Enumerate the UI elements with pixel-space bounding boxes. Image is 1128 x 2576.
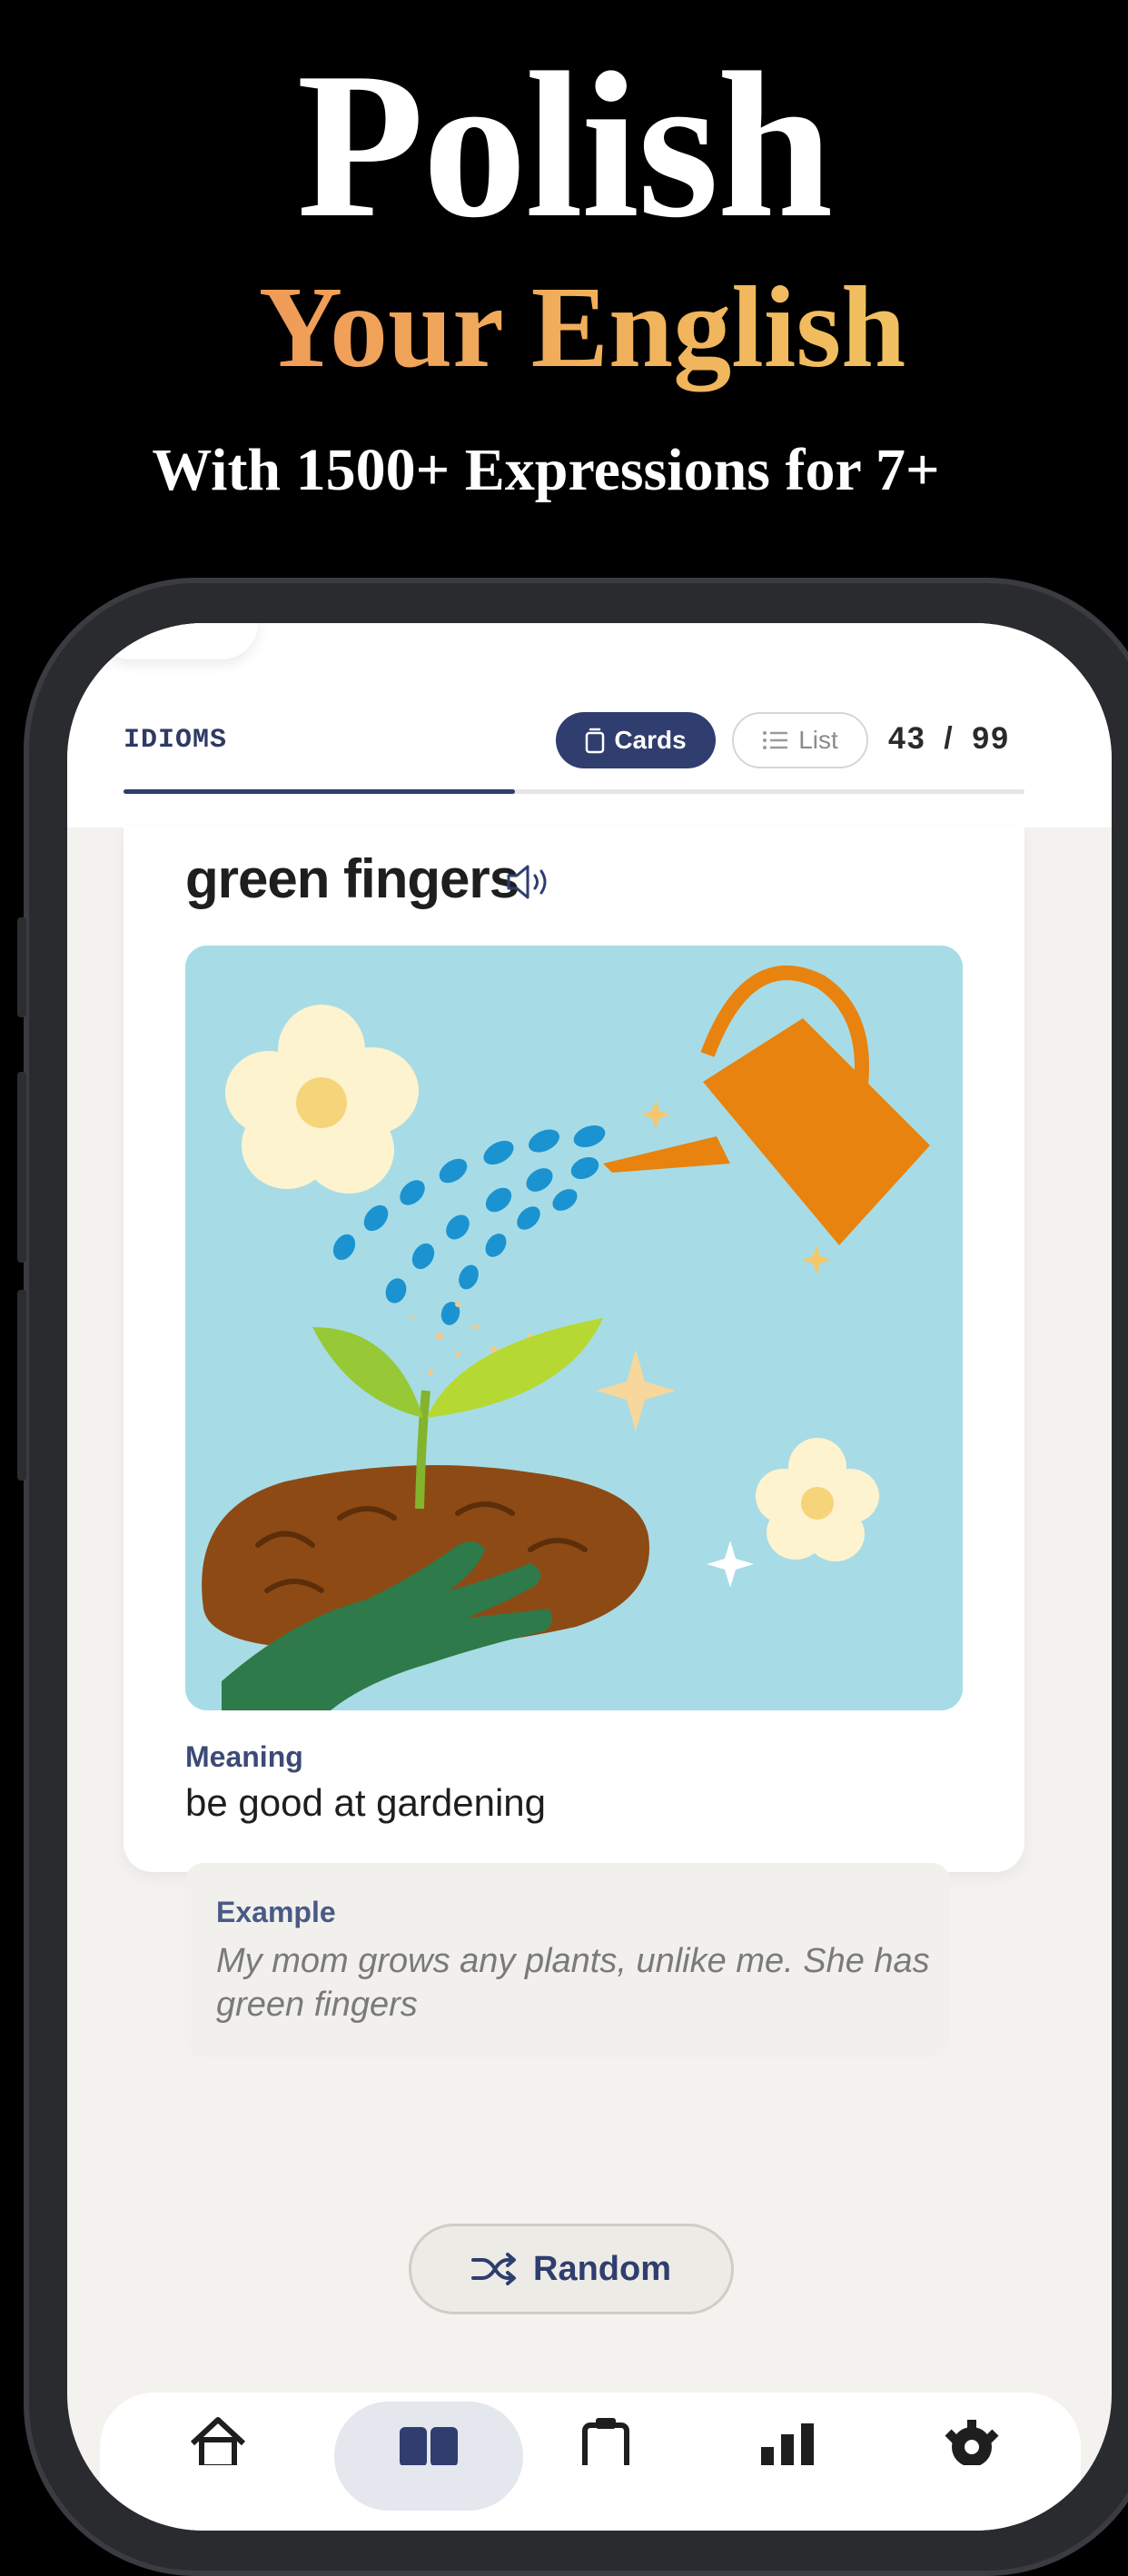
idiom-illustration (185, 946, 963, 1710)
app-header: IDIOMS Cards List 43 / 99 (67, 623, 1112, 827)
tab-bar (100, 2393, 1081, 2531)
phone-side-button (17, 917, 26, 1017)
meaning-label: Meaning (185, 1740, 303, 1773)
phone-side-button (17, 1072, 26, 1263)
view-list-button[interactable]: List (732, 712, 868, 768)
meaning-text: be good at gardening (185, 1781, 547, 1824)
counter-total: 99 (972, 721, 1011, 756)
progress-track (124, 789, 1024, 794)
progress-fill (124, 789, 515, 794)
view-list-label: List (798, 726, 838, 754)
home-icon[interactable] (182, 2411, 254, 2465)
counter-separator: / (944, 721, 955, 756)
view-cards-button[interactable]: Cards (556, 712, 716, 768)
random-label: Random (533, 2249, 671, 2288)
idiom-card[interactable]: green fingers Meaning be good at gardeni… (124, 827, 1024, 2057)
shuffle-icon (471, 2253, 516, 2285)
phone-side-button (17, 1290, 26, 1481)
list-view-icon (763, 731, 788, 749)
view-cards-label: Cards (614, 726, 687, 754)
expression-title: green fingers (185, 848, 519, 909)
example-label: Example (216, 1896, 336, 1928)
gear-icon[interactable] (935, 2411, 1008, 2465)
card-counter: 43 / 99 (888, 721, 1010, 757)
example-box: Example My mom grows any plants, unlike … (185, 1863, 950, 2057)
clipboard-icon[interactable] (570, 2411, 643, 2465)
dynamic-island (94, 623, 258, 659)
promo-title: Polish (296, 29, 834, 261)
stats-icon[interactable] (752, 2411, 825, 2465)
promo-tagline: With 1500+ Expressions for 7+ (152, 437, 940, 503)
category-label: IDIOMS (124, 725, 228, 756)
example-text: My mom grows any plants, unlike me. She … (216, 1942, 930, 2024)
speaker-icon[interactable] (505, 862, 556, 902)
random-button[interactable]: Random (409, 2224, 734, 2314)
cards-icon[interactable] (392, 2411, 465, 2465)
promo-subtitle: Your English (18, 259, 1128, 395)
counter-current: 43 (888, 721, 926, 756)
app-screen: IDIOMS Cards List 43 / 99 green fingers … (67, 623, 1112, 2531)
cards-view-icon (586, 728, 605, 754)
